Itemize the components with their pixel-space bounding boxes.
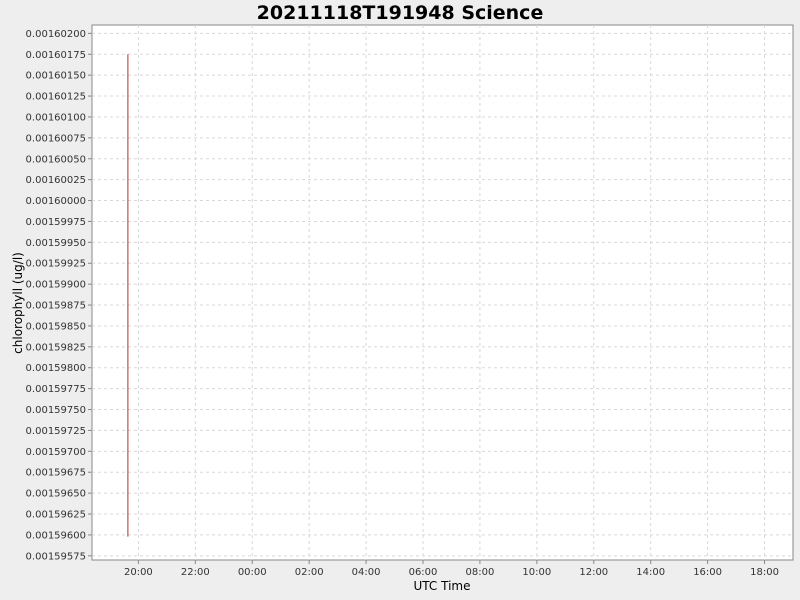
x-tick-label: 08:00 (466, 567, 495, 578)
x-tick-label: 00:00 (238, 567, 267, 578)
y-tick-label: 0.00159650 (26, 489, 86, 500)
x-tick-label: 16:00 (693, 567, 722, 578)
y-tick-label: 0.00159750 (26, 405, 86, 416)
y-tick-label: 0.00159800 (26, 363, 86, 374)
y-tick-label: 0.00159575 (26, 551, 86, 562)
x-tick-label: 22:00 (181, 567, 210, 578)
y-tick-label: 0.00159850 (26, 321, 86, 332)
y-tick-label: 0.00159625 (26, 510, 86, 521)
y-tick-label: 0.00159925 (26, 259, 86, 270)
y-tick-label: 0.00160000 (26, 196, 86, 207)
chart: 20211118T191948 Science 0.00160200 0.0016… (0, 0, 800, 600)
x-tick-label: 10:00 (522, 567, 551, 578)
y-tick-label: 0.00159600 (26, 530, 86, 541)
plot-area (91, 24, 794, 561)
y-tick-label: 0.00160025 (26, 175, 86, 186)
x-tick-label: 14:00 (636, 567, 665, 578)
y-tick-label: 0.00160050 (26, 154, 86, 165)
chart-svg: 20211118T191948 Science 0.00160200 0.0016… (0, 0, 800, 600)
x-tick-label: 18:00 (750, 567, 779, 578)
x-tick-label: 02:00 (295, 567, 324, 578)
y-tick-label: 0.00159725 (26, 426, 86, 437)
y-tick-label: 0.00160075 (26, 133, 86, 144)
x-axis-label: UTC Time (414, 579, 471, 593)
y-tick-label: 0.00160100 (26, 112, 86, 123)
y-tick-label: 0.00159700 (26, 447, 86, 458)
y-tick-label: 0.00160175 (26, 50, 86, 61)
y-tick-label: 0.00159975 (26, 217, 86, 228)
y-tick-label: 0.00159825 (26, 342, 86, 353)
y-tick-label: 0.00159775 (26, 384, 86, 395)
y-tick-label: 0.00159875 (26, 301, 86, 312)
y-tick-label: 0.00160150 (26, 71, 86, 82)
x-tick-label: 06:00 (409, 567, 438, 578)
y-tick-label: 0.00160200 (26, 29, 86, 40)
x-tick-label: 12:00 (579, 567, 608, 578)
y-tick-label: 0.00160125 (26, 92, 86, 103)
x-tick-label: 20:00 (124, 567, 153, 578)
y-tick-label: 0.00159950 (26, 238, 86, 249)
x-tick-label: 04:00 (352, 567, 381, 578)
y-axis-label: chlorophyll (ug/l) (11, 252, 25, 354)
y-tick-label: 0.00159675 (26, 468, 86, 479)
y-tick-label: 0.00159900 (26, 280, 86, 291)
chart-title: 20211118T191948 Science (257, 2, 544, 24)
